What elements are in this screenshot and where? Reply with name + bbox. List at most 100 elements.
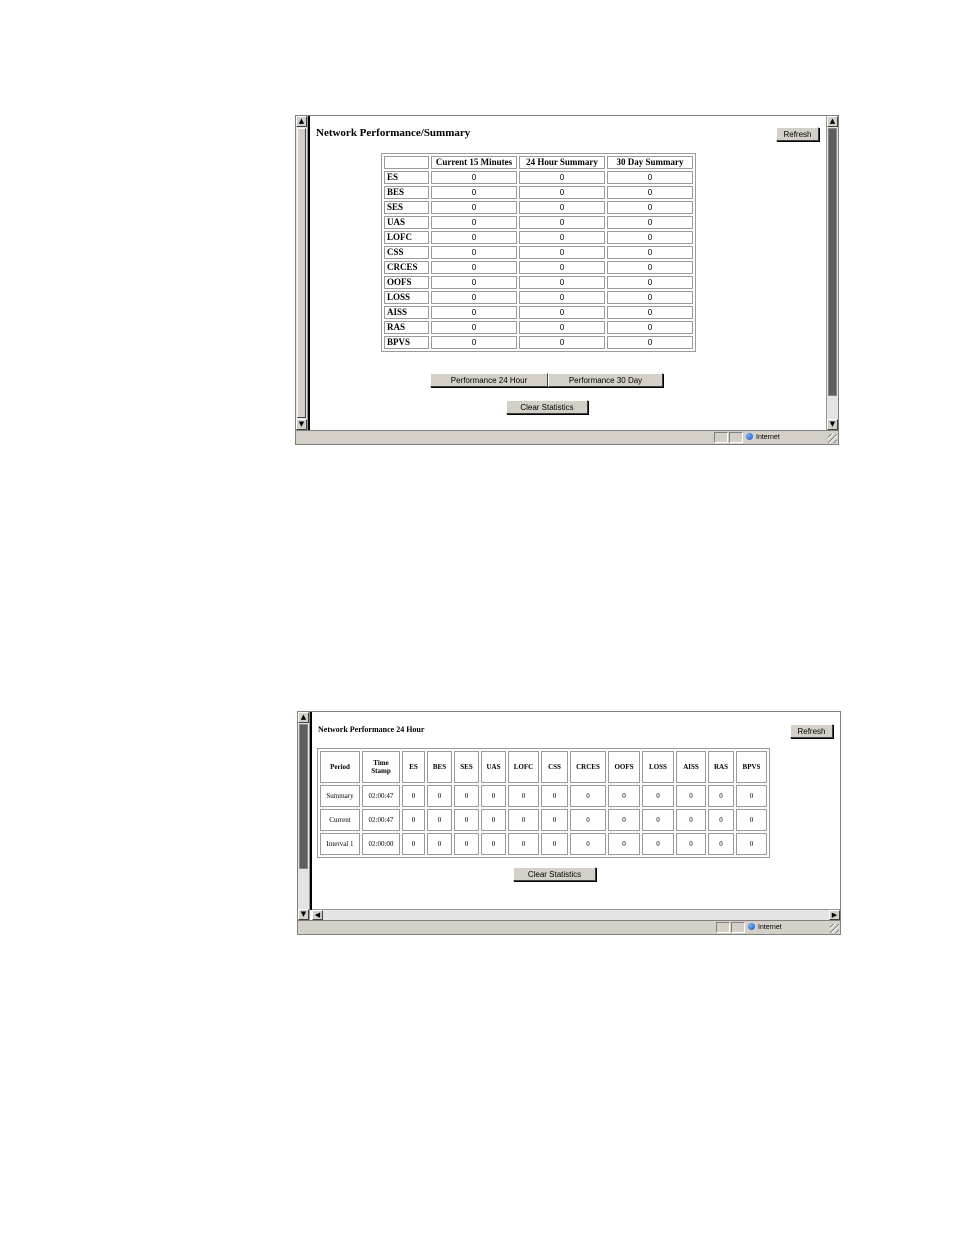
- table-row: BPVS 0 0 0: [384, 336, 693, 349]
- left-scrollbar[interactable]: ▲ ▼: [298, 712, 310, 921]
- row-label: LOSS: [384, 291, 429, 304]
- table-cell: 0: [607, 321, 693, 334]
- table-row: OOFS 0 0 0: [384, 276, 693, 289]
- table-cell: 0: [431, 216, 517, 229]
- table-cell: 0: [508, 809, 539, 831]
- clear-statistics-button[interactable]: Clear Statistics: [506, 400, 588, 414]
- table-cell: 0: [570, 833, 606, 855]
- scroll-left-icon[interactable]: ◀: [312, 910, 323, 920]
- zone-label: Internet: [756, 434, 780, 441]
- table-cell: 0: [541, 833, 568, 855]
- timestamp-cell: 02:00:47: [362, 809, 400, 831]
- refresh-button[interactable]: Refresh: [790, 724, 833, 738]
- table-cell: 0: [519, 306, 605, 319]
- table-cell: 0: [607, 186, 693, 199]
- table-cell: 0: [607, 246, 693, 259]
- timestamp-cell: 02:00:47: [362, 785, 400, 807]
- table-cell: 0: [481, 809, 506, 831]
- column-header: 24 Hour Summary: [519, 156, 605, 169]
- table-cell: 0: [676, 833, 706, 855]
- table-row: Interval 1 02:00:00 0 0 0 0 0 0 0 0 0 0 0 0: [320, 833, 767, 855]
- scroll-up-icon[interactable]: ▲: [827, 116, 838, 127]
- column-header: LOFC: [508, 751, 539, 783]
- table-cell: 0: [431, 291, 517, 304]
- column-header: 30 Day Summary: [607, 156, 693, 169]
- status-cell: [716, 922, 730, 933]
- table-cell: 0: [431, 171, 517, 184]
- column-header: CRCES: [570, 751, 606, 783]
- table-cell: 0: [454, 833, 479, 855]
- table-cell: 0: [570, 809, 606, 831]
- resize-grip-icon[interactable]: [830, 924, 839, 933]
- scroll-down-icon[interactable]: ▼: [296, 419, 307, 430]
- table-cell: 0: [508, 833, 539, 855]
- table-cell: 0: [508, 785, 539, 807]
- table-cell: 0: [736, 809, 767, 831]
- left-scrollbar[interactable]: ▲ ▼: [296, 116, 308, 431]
- table-cell: 0: [402, 785, 425, 807]
- table-cell: 0: [454, 809, 479, 831]
- table-cell: 0: [642, 833, 674, 855]
- scroll-down-icon[interactable]: ▼: [827, 419, 838, 430]
- table-cell: 0: [454, 785, 479, 807]
- table-cell: 0: [736, 785, 767, 807]
- table-cell: 0: [431, 306, 517, 319]
- scroll-right-icon[interactable]: ▶: [829, 910, 840, 920]
- row-label: RAS: [384, 321, 429, 334]
- scrollbar-thumb[interactable]: [297, 128, 306, 418]
- status-cell: [731, 922, 745, 933]
- performance-24-hour-button[interactable]: Performance 24 Hour: [430, 373, 548, 387]
- table-row: LOSS 0 0 0: [384, 291, 693, 304]
- table-row: LOFC 0 0 0: [384, 231, 693, 244]
- resize-grip-icon[interactable]: [828, 434, 837, 443]
- row-label: SES: [384, 201, 429, 214]
- page-title: Network Performance 24 Hour: [318, 725, 425, 734]
- table-row: CRCES 0 0 0: [384, 261, 693, 274]
- table-cell: 0: [708, 785, 734, 807]
- table-cell: 0: [608, 809, 640, 831]
- row-label: CRCES: [384, 261, 429, 274]
- table-cell: 0: [607, 201, 693, 214]
- table-header-row: Current 15 Minutes 24 Hour Summary 30 Da…: [384, 156, 693, 169]
- scroll-up-icon[interactable]: ▲: [296, 116, 307, 127]
- table-cell: 0: [519, 186, 605, 199]
- table-cell: 0: [427, 785, 452, 807]
- refresh-button[interactable]: Refresh: [776, 127, 819, 141]
- table-cell: 0: [607, 171, 693, 184]
- table-cell: 0: [431, 336, 517, 349]
- status-bar: Internet: [296, 430, 838, 444]
- row-label: BPVS: [384, 336, 429, 349]
- column-header: UAS: [481, 751, 506, 783]
- column-header: BES: [427, 751, 452, 783]
- performance-30-day-button[interactable]: Performance 30 Day: [548, 373, 663, 387]
- table-cell: 0: [519, 291, 605, 304]
- table-cell: 0: [481, 785, 506, 807]
- hour24-table: Period Time Stamp ES BES SES UAS LOFC CSS CRCES O…: [317, 748, 770, 858]
- horizontal-scrollbar[interactable]: ◀ ▶: [312, 909, 840, 920]
- status-cell: [729, 432, 743, 443]
- table-cell: 0: [427, 809, 452, 831]
- table-cell: 0: [519, 216, 605, 229]
- scrollbar-thumb[interactable]: [299, 724, 308, 869]
- row-label: ES: [384, 171, 429, 184]
- column-header: CSS: [541, 751, 568, 783]
- table-cell: 0: [607, 306, 693, 319]
- table-cell: 0: [607, 216, 693, 229]
- page-title: Network Performance/Summary: [316, 127, 471, 139]
- column-header: [384, 156, 429, 169]
- period-cell: Current: [320, 809, 360, 831]
- column-header: AISS: [676, 751, 706, 783]
- column-header: BPVS: [736, 751, 767, 783]
- table-cell: 0: [431, 186, 517, 199]
- right-scrollbar[interactable]: ▲ ▼: [826, 116, 838, 431]
- table-cell: 0: [608, 833, 640, 855]
- table-cell: 0: [607, 291, 693, 304]
- table-cell: 0: [519, 336, 605, 349]
- scrollbar-thumb[interactable]: [828, 128, 837, 396]
- scroll-up-icon[interactable]: ▲: [298, 712, 309, 723]
- scroll-down-icon[interactable]: ▼: [298, 909, 309, 920]
- table-cell: 0: [431, 201, 517, 214]
- clear-statistics-button[interactable]: Clear Statistics: [513, 867, 596, 881]
- column-header: SES: [454, 751, 479, 783]
- security-zone: Internet: [746, 432, 780, 443]
